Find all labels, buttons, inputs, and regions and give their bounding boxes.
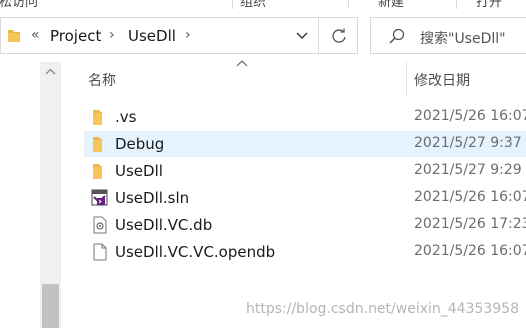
folder-icon [93, 137, 102, 152]
file-name: UseDll.VC.VC.opendb [115, 243, 276, 261]
database-file-icon [93, 216, 107, 234]
file-name: .vs [115, 108, 137, 126]
column-header-date-modified[interactable]: 修改日期 [414, 70, 470, 90]
file-date: 2021/5/26 17:23 [414, 216, 526, 232]
sort-ascending-icon [236, 60, 248, 67]
list-item[interactable]: .vs 2021/5/26 16:07 [84, 104, 526, 130]
breadcrumb-separator-icon[interactable]: › [185, 27, 191, 43]
list-item[interactable]: UseDll.sln 2021/5/26 16:07 [84, 185, 526, 211]
ribbon-item[interactable]: 轻松访问 [0, 0, 38, 9]
column-divider[interactable] [406, 62, 407, 96]
column-header-name[interactable]: 名称 [88, 70, 116, 90]
ribbon-divider [456, 0, 457, 9]
breadcrumb-separator-icon[interactable]: › [109, 27, 115, 43]
breadcrumb-usedll[interactable]: UseDll [128, 27, 176, 45]
file-name: UseDll.sln [115, 189, 190, 207]
refresh-button[interactable] [318, 18, 358, 53]
list-item[interactable]: UseDll 2021/5/27 9:29 [84, 158, 526, 184]
address-bar[interactable]: « Project › UseDll › [0, 17, 358, 54]
ribbon-item[interactable]: 打开 [476, 0, 502, 9]
list-item-selected[interactable]: Debug 2021/5/27 9:37 [84, 131, 526, 157]
breadcrumb-project[interactable]: Project [50, 27, 101, 45]
ribbon-divider [232, 0, 233, 9]
search-icon [389, 28, 405, 44]
file-date: 2021/5/27 9:37 [414, 135, 522, 151]
file-date: 2021/5/26 16:07 [414, 243, 526, 259]
folder-icon [8, 30, 20, 42]
ribbon-divider [348, 0, 349, 9]
ribbon-strip: 轻松访问 组织 新建 打开 [0, 0, 526, 9]
search-placeholder: 搜索"UseDll" [420, 31, 506, 47]
refresh-icon [331, 28, 346, 43]
chevron-down-icon [296, 32, 308, 39]
folder-icon [93, 110, 102, 125]
file-name: UseDll.VC.db [115, 216, 213, 234]
file-date: 2021/5/26 16:07 [414, 108, 526, 124]
watermark: https://blog.csdn.net/weixin_44353958 [246, 301, 520, 317]
ribbon-item[interactable]: 新建 [378, 0, 404, 9]
blank-file-icon [93, 243, 107, 261]
folder-icon [93, 164, 102, 179]
address-history-dropdown[interactable] [287, 18, 317, 53]
list-item[interactable]: UseDll.VC.VC.opendb 2021/5/26 16:07 [84, 239, 526, 265]
file-date: 2021/5/27 9:29 [414, 162, 522, 178]
file-name: UseDll [115, 162, 163, 180]
list-item[interactable]: UseDll.VC.db 2021/5/26 17:23 [84, 212, 526, 238]
file-date: 2021/5/26 16:07 [414, 189, 526, 205]
nav-pane-scrollbar[interactable] [40, 62, 61, 328]
scrollbar-thumb[interactable] [42, 284, 59, 328]
breadcrumb-overflow-icon[interactable]: « [31, 27, 40, 43]
navigation-pane[interactable] [0, 62, 40, 328]
scroll-up-arrow-icon[interactable] [45, 68, 56, 75]
search-input[interactable]: 搜索"UseDll" [370, 17, 526, 54]
ribbon-item[interactable]: 组织 [240, 0, 266, 9]
visual-studio-solution-icon [91, 189, 108, 206]
file-name: Debug [115, 135, 165, 153]
